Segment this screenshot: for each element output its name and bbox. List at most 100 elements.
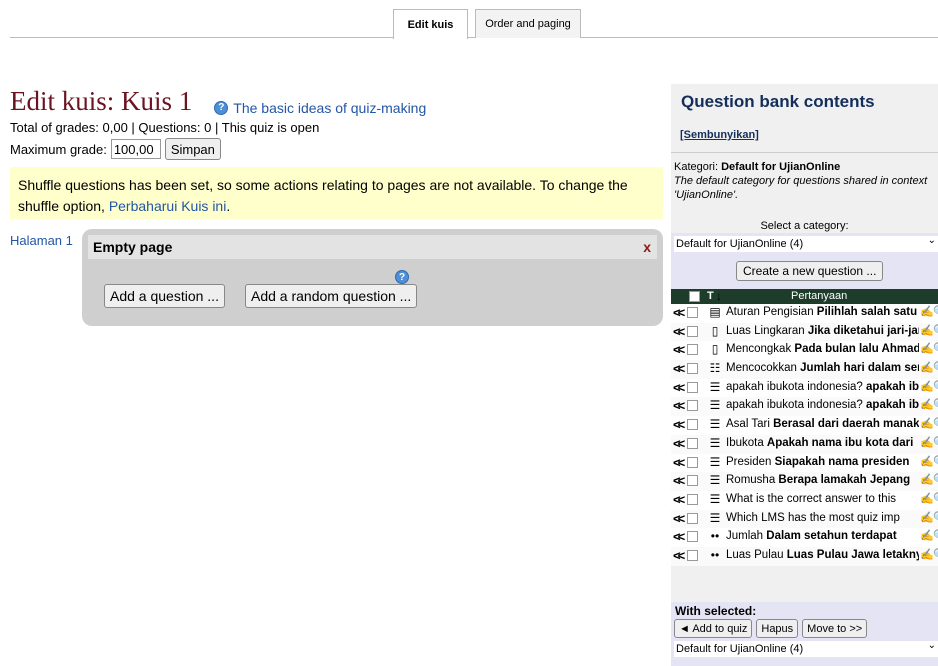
add-to-quiz-arrow-icon[interactable]: << [673,529,685,544]
question-text: Asal Tari Berasal dari daerah manakah [726,418,919,430]
add-to-quiz-arrow-icon[interactable]: << [673,342,685,357]
preview-icon[interactable]: 🔍 [933,361,938,374]
edit-icon[interactable]: ✍ [920,511,934,524]
question-row: <<••Jumlah Dalam setahun terdapat✍🔍 [671,528,938,547]
question-checkbox[interactable] [687,531,698,543]
question-name: What is the correct answer to this [726,492,897,505]
question-checkbox[interactable] [687,344,698,356]
edit-icon[interactable]: ✍ [920,455,934,468]
edit-icon[interactable]: ✍ [920,492,934,505]
edit-icon[interactable]: ✍ [920,548,934,561]
shortanswer-icon: ▯ [711,342,719,357]
add-to-quiz-arrow-icon[interactable]: << [673,305,685,320]
question-checkbox[interactable] [687,363,698,375]
question-text: Luas Pulau Luas Pulau Jawa letaknya [726,549,919,561]
multichoice-icon: ☰ [709,435,721,450]
question-checkbox[interactable] [687,512,698,524]
edit-icon[interactable]: ✍ [920,436,934,449]
move-to-button[interactable]: Move to >> [802,619,868,638]
edit-icon[interactable]: ✍ [920,473,934,486]
quiz-help-link[interactable]: ? The basic ideas of quiz-making [214,100,426,116]
multichoice-icon: ☰ [709,379,721,394]
category-select[interactable]: Default for UjianOnline (4) [674,236,938,252]
preview-icon[interactable]: 🔍 [933,324,938,337]
delete-button[interactable]: Hapus [756,619,799,638]
edit-icon[interactable]: ✍ [920,361,934,374]
preview-icon[interactable]: 🔍 [933,473,938,486]
max-grade-input[interactable] [110,139,161,159]
preview-icon[interactable]: 🔍 [933,492,938,505]
question-snippet: Jumlah hari dalam seminggu [800,362,919,375]
question-name: apakah ibukota indonesia? [726,380,867,393]
add-question-button[interactable]: Add a question ... [104,284,225,308]
question-text: Mencongkak Pada bulan lalu Ahmad [726,343,919,355]
question-checkbox[interactable] [687,437,698,449]
preview-icon[interactable]: 🔍 [933,529,938,542]
question-checkbox[interactable] [687,456,698,468]
edit-icon[interactable]: ✍ [920,529,934,542]
save-grade-button[interactable]: Simpan [164,138,221,160]
column-type[interactable]: T [707,290,714,302]
add-to-quiz-arrow-icon[interactable]: << [673,324,685,339]
create-question-button[interactable]: Create a new question ... [736,261,884,281]
preview-icon[interactable]: 🔍 [933,417,938,430]
add-to-quiz-arrow-icon[interactable]: << [673,492,685,507]
edit-icon[interactable]: ✍ [920,398,934,411]
question-checkbox[interactable] [687,400,698,412]
preview-icon[interactable]: 🔍 [933,455,938,468]
add-to-quiz-arrow-icon[interactable]: << [673,361,685,376]
question-checkbox[interactable] [687,419,698,431]
add-to-quiz-arrow-icon[interactable]: << [673,398,685,413]
hide-bank-link[interactable]: [Sembunyikan] [680,129,759,141]
tab-bar: Edit kuis Order and paging [10,0,938,39]
column-question[interactable]: Pertanyaan [791,290,847,302]
random-question-help-icon[interactable]: ? [395,270,409,284]
question-snippet: apakah ibukota [866,399,919,412]
tab-order-and-paging[interactable]: Order and paging [475,9,581,38]
move-category-select[interactable]: Default for UjianOnline (4) [674,641,938,657]
add-to-quiz-arrow-icon[interactable]: << [673,473,685,488]
add-to-quiz-arrow-icon[interactable]: << [673,417,685,432]
preview-icon[interactable]: 🔍 [933,548,938,561]
question-name: Aturan Pengisian [726,306,817,318]
preview-icon[interactable]: 🔍 [933,436,938,449]
edit-icon[interactable]: ✍ [920,342,934,355]
add-to-quiz-button[interactable]: ◄ Add to quiz [674,619,753,638]
add-to-quiz-arrow-icon[interactable]: << [673,380,685,395]
preview-icon[interactable]: 🔍 [933,342,938,355]
add-random-question-button[interactable]: Add a random question ... [245,284,418,308]
question-name: Romusha [726,474,779,487]
question-name: Presiden [726,455,775,468]
question-text: apakah ibukota indonesia? apakah ibukota [726,381,919,393]
select-all-checkbox[interactable] [689,291,700,302]
question-checkbox[interactable] [687,475,698,487]
edit-icon[interactable]: ✍ [920,417,934,430]
preview-icon[interactable]: 🔍 [933,380,938,393]
question-checkbox[interactable] [687,381,698,393]
select-category-label: Select a category: [760,220,849,232]
question-checkbox[interactable] [687,549,698,561]
preview-icon[interactable]: 🔍 [933,398,938,411]
question-name: Luas Lingkaran [726,324,808,337]
tab-edit-quiz[interactable]: Edit kuis [393,9,468,39]
question-name: Mencongkak [726,343,795,356]
add-to-quiz-arrow-icon[interactable]: << [673,455,685,470]
add-to-quiz-arrow-icon[interactable]: << [673,511,685,526]
question-text: Ibukota Apakah nama ibu kota dari [726,437,919,449]
edit-icon[interactable]: ✍ [920,380,934,393]
question-text: Which LMS has the most quiz imp [726,512,919,524]
edit-icon[interactable]: ✍ [920,305,934,318]
question-row: << ☰ apakah ibukota indonesia? apakah ibuk… [671,378,938,398]
question-snippet: Pada bulan lalu Ahmad [794,343,919,356]
question-name: Jumlah [726,530,767,543]
add-to-quiz-arrow-icon[interactable]: << [673,436,685,451]
question-checkbox[interactable] [687,325,698,337]
update-quiz-link[interactable]: Perbaharui Kuis ini [109,198,227,214]
preview-icon[interactable]: 🔍 [933,305,938,318]
preview-icon[interactable]: 🔍 [933,511,938,524]
delete-page-icon[interactable]: x [643,239,651,255]
edit-icon[interactable]: ✍ [920,324,934,337]
question-checkbox[interactable] [687,493,698,505]
add-to-quiz-arrow-icon[interactable]: << [673,548,685,563]
question-checkbox[interactable] [687,307,698,318]
